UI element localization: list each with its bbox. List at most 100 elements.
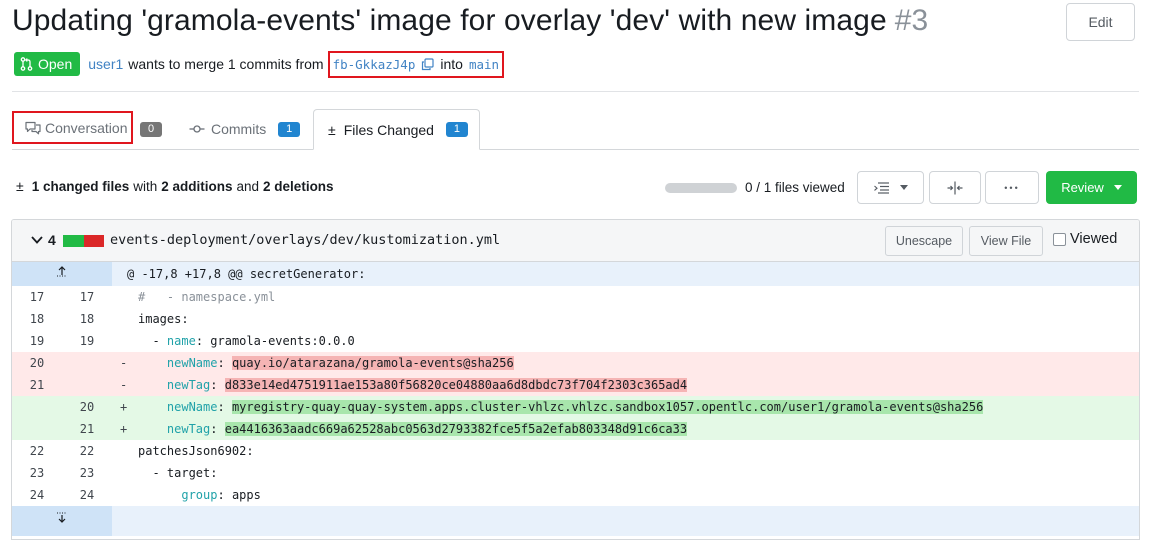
yaml-separator: : [210, 378, 225, 392]
review-button[interactable]: Review [1046, 171, 1137, 204]
diff-sign: - [120, 378, 128, 392]
old-line-number[interactable]: 20 [12, 352, 62, 374]
code-text: newTag: d833e14ed4751911ae153a80f56820ce… [138, 374, 1139, 396]
pr-meta: Open user1 wants to merge 1 commits from… [14, 50, 505, 78]
new-line-number[interactable]: 19 [62, 330, 112, 352]
expand-bottom-space [112, 506, 1139, 536]
page-title: Updating 'gramola-events' image for over… [12, 4, 928, 38]
new-line-number[interactable]: 22 [62, 440, 112, 462]
old-line-number[interactable]: 22 [12, 440, 62, 462]
expand-up-icon[interactable] [12, 262, 112, 286]
yaml-separator: : [195, 334, 211, 348]
context-line: 19 19 - name: gramola-events:0.0.0 [12, 330, 1139, 352]
new-line-number[interactable]: 21 [62, 418, 112, 440]
yaml-value: myregistry-quay-quay-system.apps.cluster… [231, 400, 984, 414]
old-line-number[interactable]: 23 [12, 462, 62, 484]
old-line-number[interactable]: 21 [12, 374, 62, 396]
diff-stats: ± 1 changed files with 2 additions and 2… [16, 178, 334, 194]
code-text: images: [138, 308, 1139, 330]
tabs-divider [12, 149, 1139, 150]
hunk-header: @ -17,8 +17,8 @@ secretGenerator: [127, 267, 366, 281]
code-text: patchesJson6902: [138, 440, 1139, 462]
diff-sign: - [120, 356, 128, 370]
context-line: 23 23 - target: [12, 462, 1139, 484]
diff-sign [112, 484, 138, 506]
conversation-icon [25, 121, 41, 134]
viewed-label: Viewed [1070, 231, 1118, 247]
diff-sign [112, 330, 138, 352]
viewed-checkbox[interactable]: Viewed [1053, 231, 1117, 247]
list-indent-icon [873, 181, 889, 194]
head-branch-box: fb-GkkazJ4p into main [327, 50, 505, 78]
commit-icon [189, 125, 205, 133]
old-line-number[interactable]: 19 [12, 330, 62, 352]
tab-conversation-count: 0 [140, 122, 162, 137]
split-view-button[interactable] [929, 171, 981, 204]
tab-conversation[interactable]: Conversation 0 [12, 111, 162, 144]
tab-commits-label: Commits [211, 121, 267, 137]
new-line-number[interactable] [62, 374, 112, 396]
yaml-key: newTag [166, 378, 211, 392]
old-line-number[interactable]: 18 [12, 308, 62, 330]
edit-button[interactable]: Edit [1066, 3, 1135, 41]
old-line-number[interactable]: 17 [12, 286, 62, 308]
deletions-bar [83, 235, 104, 247]
new-line-number[interactable]: 23 [62, 462, 112, 484]
yaml-value: target: [166, 466, 218, 480]
old-line-number[interactable] [12, 418, 62, 440]
and-text: and [236, 178, 260, 194]
new-line-number[interactable] [62, 352, 112, 374]
checkbox[interactable] [1053, 232, 1066, 246]
diff-sign [112, 440, 138, 462]
diff-lines: 17 17 # - namespace.yml 18 18 images: 19 19 - n… [12, 286, 1139, 506]
status-badge: Open [14, 52, 81, 76]
code-indent: - [138, 334, 167, 348]
new-line-number[interactable]: 20 [62, 396, 112, 418]
context-line: 18 18 images: [12, 308, 1139, 330]
head-branch-link[interactable]: fb-GkkazJ4p [333, 57, 416, 72]
chevron-down-icon [1113, 185, 1122, 190]
file-diff: 4 events-deployment/overlays/dev/kustomi… [11, 219, 1140, 540]
new-line-number[interactable]: 24 [62, 484, 112, 506]
header-divider [12, 91, 1139, 92]
yaml-separator: : [217, 356, 232, 370]
view-file-button[interactable]: View File [969, 226, 1043, 256]
files-viewed-progress [665, 183, 737, 193]
diff-stat-bar [63, 235, 104, 247]
more-options-button[interactable]: ••• [985, 171, 1039, 204]
yaml-value: apps [231, 488, 261, 502]
new-line-number[interactable]: 17 [62, 286, 112, 308]
hunk-header-row: @ -17,8 +17,8 @@ secretGenerator: [12, 262, 1139, 286]
tab-files-count: 1 [445, 122, 468, 137]
author-link[interactable]: user1 [88, 56, 123, 72]
diff-stat-icon: ± [16, 178, 24, 194]
yaml-key: name [166, 334, 196, 348]
code-text: newName: quay.io/atarazana/gramola-event… [138, 352, 1139, 374]
diff-sign [112, 462, 138, 484]
diff-icon: ± [328, 121, 336, 138]
unescape-button[interactable]: Unescape [885, 226, 963, 256]
files-viewed-text: 0 / 1 files viewed [745, 180, 845, 195]
new-line-number[interactable]: 18 [62, 308, 112, 330]
yaml-key: newTag [166, 422, 211, 436]
code-text: - target: [138, 462, 1139, 484]
diff-layout-dropdown[interactable] [857, 171, 924, 204]
copy-icon[interactable] [421, 57, 434, 71]
yaml-value: images: [138, 312, 189, 326]
split-view-icon [947, 181, 963, 194]
tab-files-changed[interactable]: ± Files Changed 1 [313, 109, 480, 150]
yaml-separator: : [217, 488, 232, 502]
yaml-key: newName [166, 400, 218, 414]
chevron-down-icon[interactable] [30, 233, 44, 247]
with-text: with [133, 178, 158, 194]
expand-down-icon[interactable] [12, 506, 112, 536]
pr-number: #3 [894, 4, 929, 37]
tab-commits[interactable]: Commits 1 [189, 111, 301, 147]
deletions-count: 2 deletions [263, 178, 334, 194]
old-line-number[interactable]: 24 [12, 484, 62, 506]
diff-sign: + [120, 400, 128, 414]
status-text: Open [38, 56, 73, 72]
base-branch-link[interactable]: main [469, 57, 499, 72]
old-line-number[interactable] [12, 396, 62, 418]
